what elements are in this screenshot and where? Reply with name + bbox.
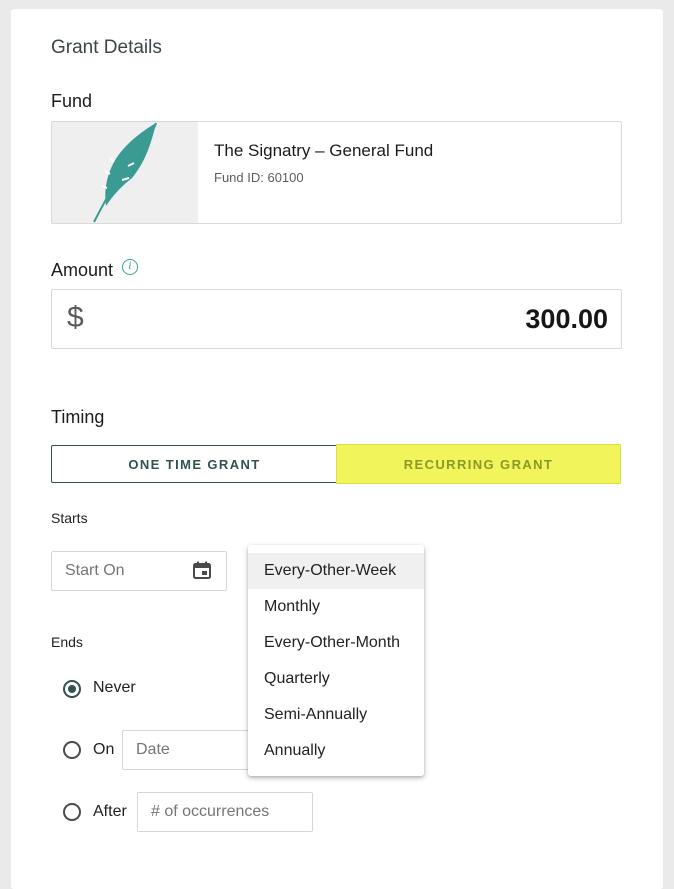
- grant-type-toggle: ONE TIME GRANT RECURRING GRANT: [51, 444, 621, 485]
- calendar-icon[interactable]: [193, 561, 211, 579]
- amount-label: Amount: [51, 260, 114, 280]
- fund-name: The Signatry – General Fund: [214, 141, 434, 160]
- timing-label: Timing: [51, 407, 105, 427]
- fund-logo: [52, 122, 198, 223]
- fund-card[interactable]: The Signatry – General Fund Fund ID: 601…: [51, 121, 622, 224]
- info-icon[interactable]: i: [122, 259, 138, 275]
- one-time-grant-button[interactable]: ONE TIME GRANT: [51, 445, 337, 483]
- fund-label: Fund: [51, 91, 93, 111]
- occurrences-input[interactable]: [137, 792, 313, 832]
- radio-after[interactable]: [63, 803, 81, 821]
- recurring-grant-button[interactable]: RECURRING GRANT: [336, 444, 621, 484]
- frequency-option[interactable]: Quarterly: [248, 661, 424, 697]
- end-date-input[interactable]: [122, 730, 262, 770]
- radio-never-label: Never: [93, 679, 136, 696]
- starts-label: Starts: [51, 510, 88, 526]
- radio-never[interactable]: [63, 680, 81, 698]
- frequency-dropdown-menu: Every-Other-Week Monthly Every-Other-Mon…: [248, 545, 424, 776]
- ends-label: Ends: [51, 634, 83, 650]
- fund-id: Fund ID: 60100: [214, 170, 304, 185]
- radio-after-label: After: [93, 803, 127, 820]
- grant-details-card: Grant Details Fund The Signatry – Genera…: [11, 9, 663, 889]
- frequency-option[interactable]: Monthly: [248, 589, 424, 625]
- frequency-option[interactable]: Every-Other-Month: [248, 625, 424, 661]
- amount-field[interactable]: $ 300.00: [51, 289, 622, 349]
- currency-symbol: $: [67, 301, 84, 334]
- frequency-option[interactable]: Every-Other-Week: [248, 553, 424, 589]
- frequency-option[interactable]: Semi-Annually: [248, 697, 424, 733]
- feather-icon: [93, 122, 157, 223]
- amount-value[interactable]: 300.00: [525, 304, 608, 335]
- frequency-option[interactable]: Annually: [248, 733, 424, 769]
- radio-on-label: On: [93, 741, 115, 758]
- section-title: Grant Details: [51, 37, 162, 58]
- radio-on[interactable]: [63, 741, 81, 759]
